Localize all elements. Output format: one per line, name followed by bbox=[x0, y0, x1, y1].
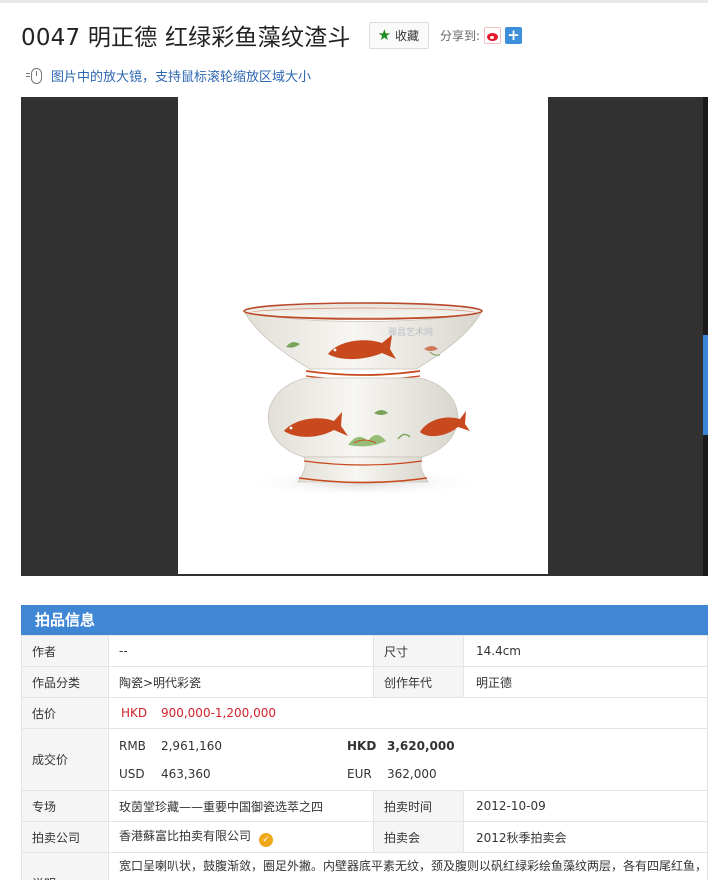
table-row: 作品分类 陶瓷>明代彩瓷 创作年代 明正德 bbox=[21, 666, 708, 698]
zoom-tip-text: 图片中的放大镜，支持鼠标滚轮缩放区域大小 bbox=[51, 70, 312, 85]
lot-info-table: 作者 -- 尺寸 14.4cm 作品分类 陶瓷>明代彩瓷 创作年代 明正德 估价… bbox=[21, 635, 708, 880]
event-label: 拍卖会 bbox=[372, 821, 464, 853]
lot-photo[interactable]: 雅昌艺术网 bbox=[178, 97, 548, 574]
section-header: 拍品信息 bbox=[21, 605, 708, 635]
zoom-tip: 图片中的放大镜，支持鼠标滚轮缩放区域大小 bbox=[26, 66, 312, 85]
estimate-cell: HKD 900,000-1,200,000 bbox=[107, 697, 708, 729]
auction-time-value: 2012-10-09 bbox=[462, 790, 708, 822]
star-icon: ★ bbox=[377, 25, 392, 44]
verified-badge-icon: ✓ bbox=[259, 833, 273, 847]
eur-label: EUR bbox=[346, 766, 372, 781]
plus-icon[interactable]: + bbox=[505, 26, 523, 44]
mouse-icon bbox=[26, 67, 42, 84]
price-cell: RMB 2,961,160 HKD 3,620,000 USD 463,360 … bbox=[107, 728, 708, 791]
title-row: 0047 明正德 红绿彩鱼藻纹渣斗 ★ 收藏 分享到: + bbox=[21, 18, 523, 52]
era-value: 明正德 bbox=[462, 666, 708, 698]
favorite-label: 收藏 bbox=[395, 28, 420, 43]
zhadou-illustration: 雅昌艺术网 bbox=[243, 302, 483, 497]
table-row: 说明 宽口呈喇叭状，鼓腹渐敛，圈足外撇。内壁器底平素无纹，颈及腹则以矾红绿彩绘鱼… bbox=[21, 852, 708, 880]
company-value[interactable]: 香港蘇富比拍卖有限公司 bbox=[119, 829, 251, 843]
session-value[interactable]: 玫茵堂珍藏——重要中国御瓷选萃之四 bbox=[107, 790, 374, 822]
estimate-currency: HKD bbox=[120, 706, 148, 720]
rmb-label: RMB bbox=[118, 738, 146, 753]
eur-value: 362,000 bbox=[386, 766, 437, 781]
weibo-icon[interactable] bbox=[484, 26, 502, 44]
desc-value: 宽口呈喇叭状，鼓腹渐敛，圈足外撇。内壁器底平素无纹，颈及腹则以矾红绿彩绘鱼藻纹两… bbox=[118, 859, 707, 873]
company-label: 拍卖公司 bbox=[21, 821, 109, 853]
estimate-label: 估价 bbox=[21, 697, 109, 729]
page-title: 0047 明正德 红绿彩鱼藻纹渣斗 bbox=[21, 25, 351, 51]
author-value: -- bbox=[107, 635, 374, 667]
desc-label: 说明 bbox=[21, 852, 109, 880]
rmb-value: 2,961,160 bbox=[160, 738, 223, 753]
favorite-button[interactable]: ★ 收藏 bbox=[368, 21, 430, 49]
table-row: 专场 玫茵堂珍藏——重要中国御瓷选萃之四 拍卖时间 2012-10-09 bbox=[21, 790, 708, 822]
size-label: 尺寸 bbox=[372, 635, 464, 667]
size-value: 14.4cm bbox=[462, 635, 708, 667]
session-label: 专场 bbox=[21, 790, 109, 822]
table-row: 拍卖公司 香港蘇富比拍卖有限公司 ✓ 拍卖会 2012秋季拍卖会 bbox=[21, 821, 708, 853]
table-row: 估价 HKD 900,000-1,200,000 bbox=[21, 697, 708, 729]
desc-cell: 宽口呈喇叭状，鼓腹渐敛，圈足外撇。内壁器底平素无纹，颈及腹则以矾红绿彩绘鱼藻纹两… bbox=[107, 852, 708, 880]
author-label: 作者 bbox=[21, 635, 109, 667]
hkd-value: 3,620,000 bbox=[386, 738, 455, 753]
event-value[interactable]: 2012秋季拍卖会 bbox=[462, 821, 708, 853]
estimate-value: 900,000-1,200,000 bbox=[160, 706, 276, 720]
share-label: 分享到: bbox=[440, 28, 481, 43]
category-value[interactable]: 陶瓷>明代彩瓷 bbox=[107, 666, 374, 698]
table-row: 作者 -- 尺寸 14.4cm bbox=[21, 635, 708, 667]
auction-time-label: 拍卖时间 bbox=[372, 790, 464, 822]
company-cell: 香港蘇富比拍卖有限公司 ✓ bbox=[107, 821, 374, 853]
top-divider bbox=[0, 0, 708, 3]
price-label: 成交价 bbox=[21, 728, 109, 791]
category-label: 作品分类 bbox=[21, 666, 109, 698]
svg-text:雅昌艺术网: 雅昌艺术网 bbox=[388, 326, 433, 338]
viewer-scroll-thumb[interactable] bbox=[703, 335, 708, 435]
hkd-label: HKD bbox=[346, 738, 377, 753]
table-row: 成交价 RMB 2,961,160 HKD 3,620,000 USD 463,… bbox=[21, 728, 708, 791]
usd-label: USD bbox=[118, 766, 145, 781]
usd-value: 463,360 bbox=[160, 766, 211, 781]
era-label: 创作年代 bbox=[372, 666, 464, 698]
image-viewer[interactable]: 雅昌艺术网 bbox=[21, 97, 708, 576]
